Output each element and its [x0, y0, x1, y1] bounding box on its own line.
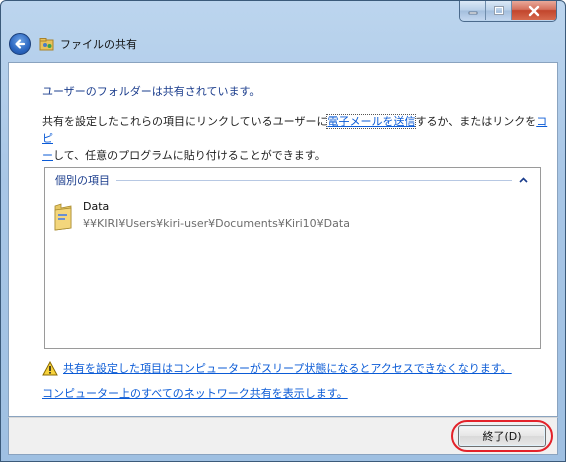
shared-items-list: 個別の項目 Data ¥¥KIRI¥Users¥kiri-user¥Docume…: [44, 167, 541, 349]
instruction-text-part2: するか、またはリンクを: [415, 115, 537, 128]
share-wizard-icon: [39, 38, 54, 51]
send-email-link[interactable]: 電子メールを送信: [326, 114, 417, 129]
maximize-icon: [493, 5, 504, 15]
finish-button[interactable]: 終了(D): [458, 425, 546, 447]
warning-icon: [42, 360, 58, 375]
maximize-button[interactable]: [486, 1, 512, 20]
content-panel: ユーザーのフォルダーは共有されています。 共有を設定したこれらの項目にリンクして…: [8, 62, 558, 417]
close-icon: [528, 5, 540, 16]
group-header: 個別の項目: [55, 173, 530, 187]
collapse-chevron-icon[interactable]: [516, 173, 530, 187]
item-path: ¥¥KIRI¥Users¥kiri-user¥Documents¥Kiri10¥…: [83, 217, 350, 230]
view-network-shares-link[interactable]: コンピューター上のすべてのネットワーク共有を表示します。: [42, 387, 348, 400]
folder-icon: [54, 203, 72, 231]
dialog-window: ファイルの共有 ユーザーのフォルダーは共有されています。 共有を設定したこれらの…: [0, 0, 566, 462]
instruction-text-part1: 共有を設定したこれらの項目にリンクしているユーザーに: [42, 115, 328, 128]
group-divider: [116, 180, 512, 181]
sleep-warning-link[interactable]: 共有を設定した項目はコンピューターがスリープ状態になるとアクセスできなくなります…: [63, 360, 512, 376]
list-item[interactable]: Data ¥¥KIRI¥Users¥kiri-user¥Documents¥Ki…: [53, 198, 453, 234]
group-label: 個別の項目: [55, 174, 110, 187]
item-name: Data: [83, 200, 110, 213]
back-button[interactable]: [9, 33, 31, 55]
minimize-icon: [468, 11, 477, 14]
instruction-text: 共有を設定したこれらの項目にリンクしているユーザーに電子メールを送信するか、また…: [42, 113, 552, 164]
network-shares-row: コンピューター上のすべてのネットワーク共有を表示します。: [42, 385, 348, 401]
warning-row: 共有を設定した項目はコンピューターがスリープ状態になるとアクセスできなくなります…: [42, 360, 512, 376]
minimize-button[interactable]: [460, 1, 486, 20]
status-heading: ユーザーのフォルダーは共有されています。: [42, 85, 261, 98]
copy-link-part2[interactable]: ー: [42, 149, 53, 162]
instruction-text-part3: して、任意のプログラムに貼り付けることができます。: [53, 149, 326, 162]
back-arrow-icon: [15, 39, 26, 49]
window-title: ファイルの共有: [60, 38, 137, 51]
close-button[interactable]: [512, 1, 556, 20]
caption-buttons: [459, 1, 557, 22]
